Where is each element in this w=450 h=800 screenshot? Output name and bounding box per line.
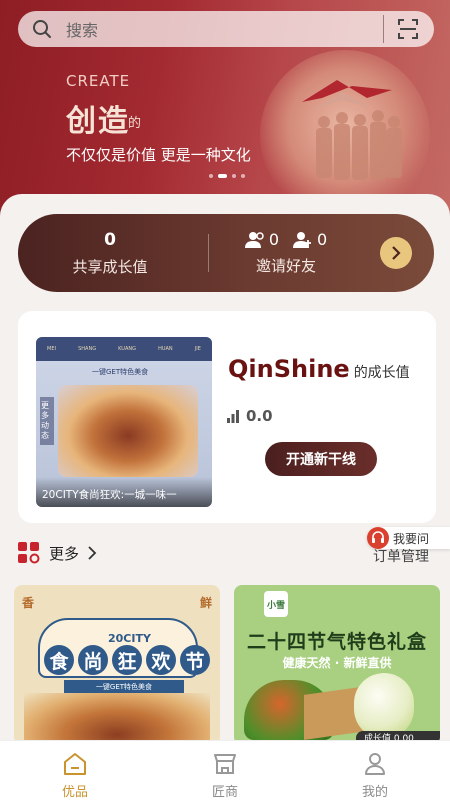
promo-food-image [58,385,198,477]
festival-title-char: 狂 [112,645,142,675]
promo-caption: 20CITY食尚狂欢:一城一味一 [36,477,212,507]
banner-title-suffix: 的 [128,116,142,131]
grid-apps-icon [18,542,40,564]
home-icon [64,753,86,775]
scan-icon[interactable] [397,18,419,40]
festival-title-char: 节 [180,645,210,675]
promo-side-tag: 更多动态 [40,397,54,445]
brand-line: QinShine 的成长值 [228,355,410,383]
festival-strip: 一键GET特色美食 [64,680,184,693]
product-card-festival[interactable]: 香 鲜 20CITY 食 尚 狂 欢 节 一键GET特色美食 [14,585,220,745]
friends-count-a: 0 [268,230,279,249]
carousel-dot [209,174,213,178]
promo-banner-text: 一键GET特色美食 [92,368,149,376]
search-icon [33,20,51,38]
signal-bars-icon [227,410,239,423]
corner-text-right: 鲜 [199,596,212,610]
ask-question-button[interactable]: 我要问 [367,527,450,549]
invite-counts: 0 0 [226,230,346,249]
shared-growth[interactable]: 0 共享成长值 [68,230,152,277]
invite-friends[interactable]: 0 0 邀请好友 [226,230,346,276]
order-management-link[interactable]: 订单管理 [373,546,429,566]
growth-divider [208,234,209,272]
shared-growth-value: 0 [104,230,116,250]
search-bar[interactable]: 搜索 [18,11,434,47]
shop-icon [214,754,236,774]
banner-title: 创造 [66,104,130,139]
member-growth-card: MEI SHANG KUANG HUAN JIE 一键GET特色美食 更多动态 20CI… [18,311,436,523]
tab-label: 我的 [361,785,388,800]
more-link[interactable]: 更多 [17,541,97,565]
bottom-tab-bar: 优品 匠商 我的 [0,740,450,800]
festival-title-char: 欢 [146,645,176,675]
giftbox-title: 二十四节气特色礼盒 [246,631,427,653]
tab-label: 匠商 [211,785,238,800]
promo-image[interactable]: MEI SHANG KUANG HUAN JIE 一键GET特色美食 更多动态 20CI… [36,337,212,507]
brand-suffix: 的成长值 [353,365,410,381]
add-user-icon [293,231,311,248]
ask-label: 我要问 [393,531,430,546]
carousel-indicator [209,174,245,178]
tab-mine[interactable]: 我的 [300,741,450,800]
tab-jiangshang[interactable]: 匠商 [150,741,300,800]
banner-subtitle: 不仅仅是价值 更是一种文化 [66,146,251,164]
festival-title-char: 尚 [78,645,108,675]
tab-label: 优品 [61,785,88,800]
giftbox-subtitle: 健康天然 · 新鲜直供 [282,656,392,670]
cabbage-image [354,673,414,739]
chevron-right-icon [392,246,401,260]
brand-name: QinShine [228,355,350,383]
festival-title: 食 尚 狂 欢 节 [44,645,210,675]
open-line-button[interactable]: 开通新干线 [265,442,377,476]
chevron-right-icon [88,546,97,560]
search-divider [383,15,384,43]
shared-growth-label: 共享成长值 [72,258,148,276]
growth-summary-bar: 0 共享成长值 0 0 邀请好友 [18,214,434,292]
corner-text-left: 香 [22,596,35,610]
carousel-dot [232,174,236,178]
invite-friends-label: 邀请好友 [255,257,316,275]
search-input[interactable]: 搜索 [66,17,383,41]
tab-youpin[interactable]: 优品 [0,741,150,800]
product-card-giftbox[interactable]: 小雪 二十四节气特色礼盒 健康天然 · 新鲜直供 成长值 0.00 [234,585,440,745]
festival-subtitle: 20CITY [108,632,151,645]
carousel-dot [241,174,245,178]
growth-more-button[interactable] [380,237,412,269]
food-image [24,693,210,745]
growth-value: 0.0 [226,407,273,425]
friends-count-b: 0 [317,230,328,249]
headset-icon [367,527,389,549]
carousel-dot-active [218,174,227,178]
brand-logo: 小雪 [264,591,288,617]
team-silhouette-image [302,80,402,180]
growth-value-number: 0.0 [246,407,273,425]
user-icon [365,753,385,775]
promo-topbar: MEI SHANG KUANG HUAN JIE [36,337,212,361]
festival-title-char: 食 [44,645,74,675]
more-label: 更多 [49,544,80,563]
banner-english-title: CREATE [66,72,131,90]
group-icon [244,231,264,248]
